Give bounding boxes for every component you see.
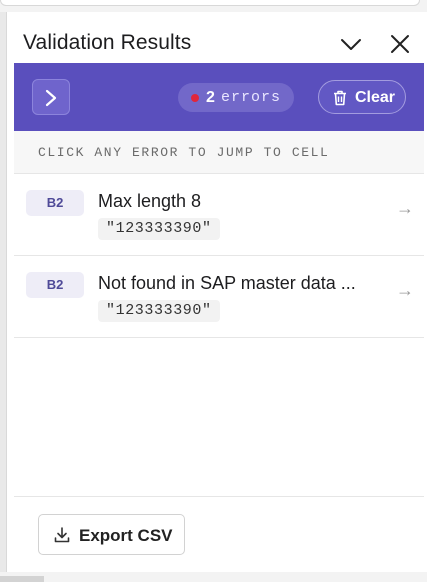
panel-header: Validation Results bbox=[7, 12, 427, 63]
chevron-right-icon bbox=[45, 89, 57, 107]
results-toolbar: 2 errors Clear bbox=[14, 63, 424, 131]
cell-reference-badge: B2 bbox=[26, 190, 84, 216]
error-count-label: errors bbox=[221, 89, 282, 106]
error-message: Not found in SAP master data ... bbox=[98, 273, 356, 293]
download-icon bbox=[54, 527, 70, 543]
hint-text: CLICK ANY ERROR TO JUMP TO CELL bbox=[38, 145, 330, 160]
arrow-right-icon[interactable]: → bbox=[396, 198, 414, 219]
cell-reference-badge: B2 bbox=[26, 272, 84, 298]
validation-panel: Validation Results 2 errors Clear CLICK … bbox=[6, 12, 427, 572]
chevron-down-icon[interactable] bbox=[339, 32, 363, 56]
top-input-strip bbox=[0, 0, 427, 8]
trash-icon bbox=[334, 90, 346, 106]
clear-label: Clear bbox=[355, 89, 396, 106]
close-icon[interactable] bbox=[388, 32, 412, 56]
scrollbar-thumb[interactable] bbox=[0, 576, 44, 582]
export-csv-button[interactable]: Export CSV bbox=[38, 514, 185, 555]
export-csv-label: Export CSV bbox=[79, 526, 173, 545]
horizontal-scrollbar[interactable] bbox=[0, 572, 427, 582]
error-row[interactable]: B2 Not found in SAP master data ... "123… bbox=[14, 256, 424, 338]
expand-panel-button[interactable] bbox=[32, 79, 70, 115]
error-dot-icon bbox=[191, 94, 199, 102]
panel-title: Validation Results bbox=[23, 31, 192, 54]
top-input-field-edge bbox=[0, 0, 420, 6]
error-count-badge: 2 errors bbox=[178, 83, 294, 112]
arrow-right-icon[interactable]: → bbox=[396, 280, 414, 301]
clear-button[interactable]: Clear bbox=[318, 80, 406, 114]
hint-banner: CLICK ANY ERROR TO JUMP TO CELL bbox=[14, 131, 424, 174]
error-message: Max length 8 bbox=[98, 191, 202, 211]
error-value: "123333390" bbox=[98, 218, 220, 240]
error-count: 2 bbox=[206, 89, 215, 106]
panel-footer: Export CSV bbox=[14, 496, 424, 572]
error-row[interactable]: B2 Max length 8 "123333390" → bbox=[14, 174, 424, 256]
error-value: "123333390" bbox=[98, 300, 220, 322]
